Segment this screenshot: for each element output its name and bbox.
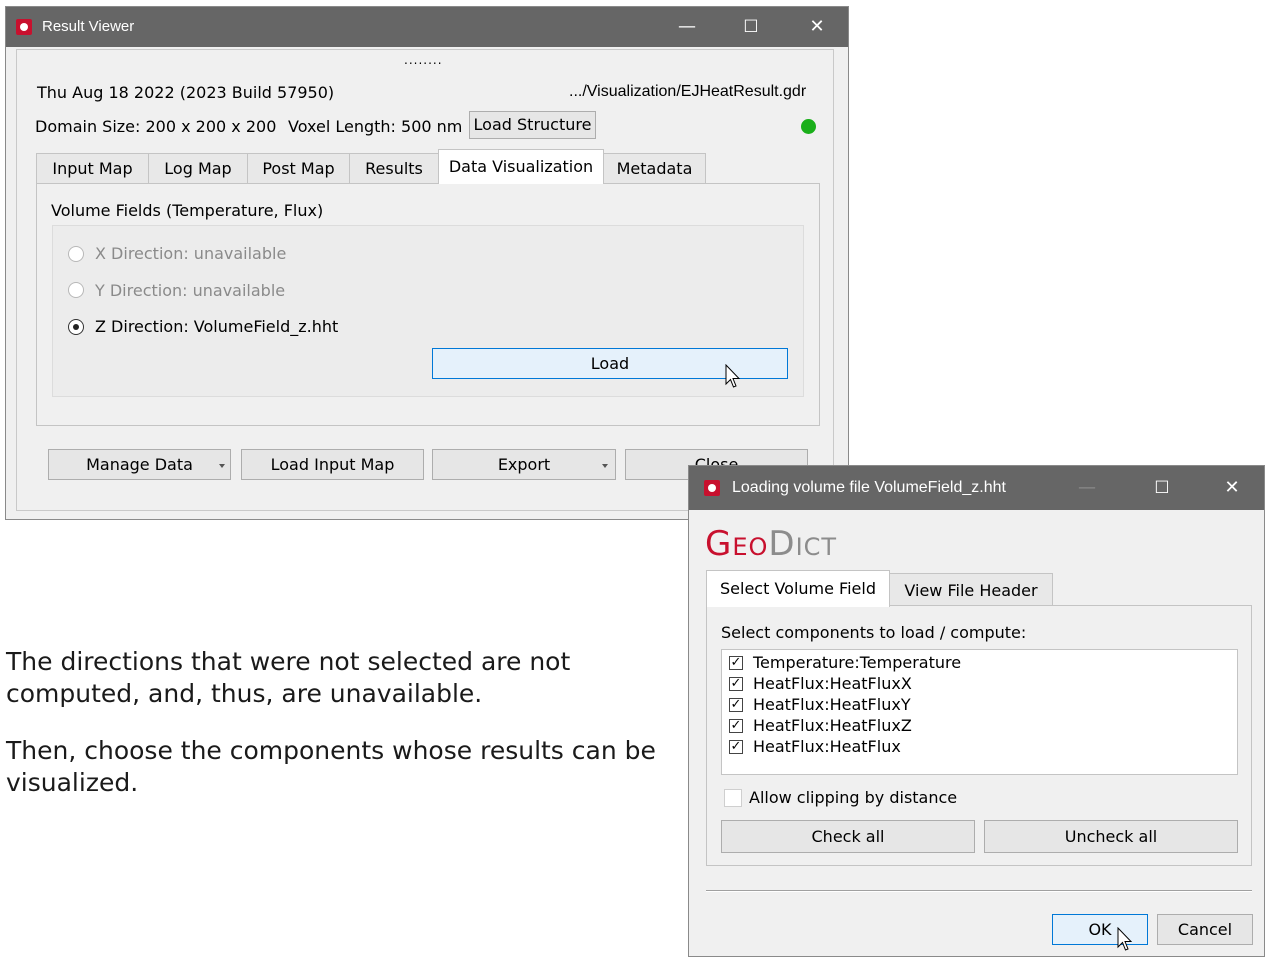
minimize-icon[interactable]: — xyxy=(1064,466,1110,510)
date-build-label: Thu Aug 18 2022 (2023 Build 57950) xyxy=(37,83,335,102)
ok-button[interactable]: OK xyxy=(1052,914,1148,945)
x-direction-radio[interactable] xyxy=(68,246,84,262)
allow-clipping-label: Allow clipping by distance xyxy=(749,788,958,807)
result-file-path: .../Visualization/EJHeatResult.gdr xyxy=(569,83,807,100)
tab-log-map[interactable]: Log Map xyxy=(148,153,248,183)
mouse-cursor-icon xyxy=(1117,927,1133,951)
close-window-icon[interactable]: ✕ xyxy=(1209,466,1255,510)
manage-data-label: Manage Data xyxy=(86,455,193,474)
maximize-icon[interactable]: ☐ xyxy=(1139,466,1185,510)
result-viewer-window: Result Viewer — ☐ ✕ ........ Thu Aug 18 … xyxy=(5,6,849,520)
component-label: Temperature:Temperature xyxy=(753,653,962,672)
load-input-map-button[interactable]: Load Input Map xyxy=(241,449,424,480)
geodict-app-icon xyxy=(16,19,32,35)
export-label: Export xyxy=(497,455,551,474)
tab-post-map[interactable]: Post Map xyxy=(247,153,350,183)
z-direction-label: Z Direction: VolumeField_z.hht xyxy=(95,317,339,336)
dropdown-arrow-icon xyxy=(602,464,608,468)
component-checkbox[interactable]: ✓ xyxy=(729,656,743,670)
component-label: HeatFlux:HeatFluxY xyxy=(753,695,911,714)
maximize-icon[interactable]: ☐ xyxy=(728,7,774,47)
load-structure-button[interactable]: Load Structure xyxy=(469,111,596,139)
cancel-button[interactable]: Cancel xyxy=(1157,914,1253,945)
x-direction-label: X Direction: unavailable xyxy=(95,244,287,263)
mouse-cursor-icon xyxy=(725,364,741,388)
tab-select-volume-field[interactable]: Select Volume Field xyxy=(706,570,890,607)
geodict-app-icon xyxy=(704,480,720,496)
component-checkbox[interactable]: ✓ xyxy=(729,740,743,754)
volume-fields-label: Volume Fields (Temperature, Flux) xyxy=(51,201,324,220)
dialog-separator xyxy=(706,890,1252,892)
tab-metadata[interactable]: Metadata xyxy=(603,153,706,183)
uncheck-all-button[interactable]: Uncheck all xyxy=(984,820,1238,853)
tab-data-visualization[interactable]: Data Visualization xyxy=(438,149,604,184)
y-direction-radio[interactable] xyxy=(68,282,84,298)
check-all-button[interactable]: Check all xyxy=(721,820,975,853)
domain-size-label: Domain Size: 200 x 200 x 200 xyxy=(35,117,277,136)
tab-view-file-header[interactable]: View File Header xyxy=(889,573,1053,606)
component-label: HeatFlux:HeatFlux xyxy=(753,737,901,756)
minimize-icon[interactable]: — xyxy=(664,7,710,47)
manage-data-button[interactable]: Manage Data xyxy=(48,449,231,480)
component-checkbox[interactable]: ✓ xyxy=(729,698,743,712)
allow-clipping-checkbox[interactable] xyxy=(724,789,742,807)
splitter-grip[interactable]: ........ xyxy=(404,54,443,66)
loading-volume-dialog: Loading volume file VolumeField_z.hht — … xyxy=(688,465,1265,957)
loading-dialog-title: Loading volume file VolumeField_z.hht xyxy=(732,479,1006,496)
component-label: HeatFlux:HeatFluxZ xyxy=(753,716,912,735)
z-direction-radio[interactable] xyxy=(68,319,84,335)
voxel-length-label: Voxel Length: 500 nm xyxy=(288,117,463,136)
instruction-paragraph-2: Then, choose the components whose result… xyxy=(6,736,656,797)
dropdown-arrow-icon xyxy=(219,464,225,468)
geodict-logo-text: GeoDict xyxy=(705,524,838,564)
tab-input-map[interactable]: Input Map xyxy=(36,153,149,183)
component-checkbox[interactable]: ✓ xyxy=(729,719,743,733)
y-direction-label: Y Direction: unavailable xyxy=(95,281,286,300)
loading-dialog-titlebar: Loading volume file VolumeField_z.hht — … xyxy=(689,466,1264,510)
instruction-paragraph-1: The directions that were not selected ar… xyxy=(6,647,571,708)
status-indicator xyxy=(801,119,816,134)
result-viewer-titlebar: Result Viewer — ☐ ✕ xyxy=(6,7,848,47)
tab-results[interactable]: Results xyxy=(349,153,439,183)
components-label: Select components to load / compute: xyxy=(721,623,1027,642)
geodict-logo: GeoDict xyxy=(705,524,837,564)
close-window-icon[interactable]: ✕ xyxy=(794,7,840,47)
window-title: Result Viewer xyxy=(42,18,135,35)
component-label: HeatFlux:HeatFluxX xyxy=(753,674,912,693)
component-checkbox[interactable]: ✓ xyxy=(729,677,743,691)
export-button[interactable]: Export xyxy=(432,449,616,480)
